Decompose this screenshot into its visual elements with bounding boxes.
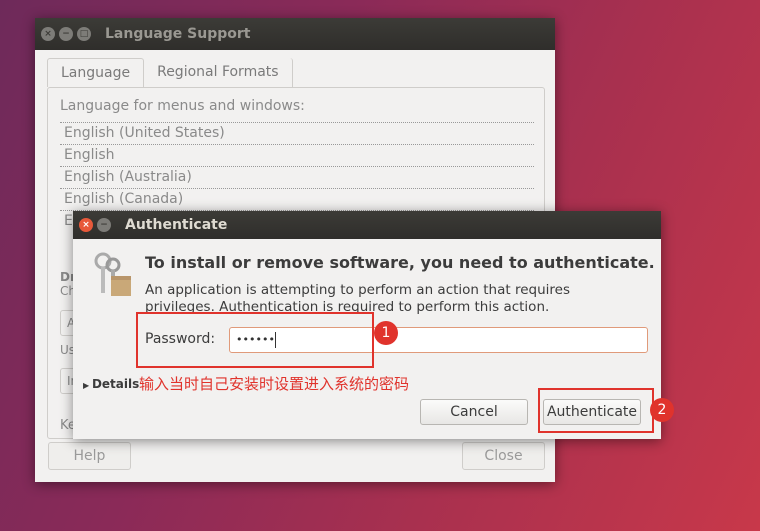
keys-package-icon [94,252,131,296]
list-item[interactable]: English (Australia) [60,166,534,188]
annotation-box-authenticate [538,388,654,433]
help-button[interactable]: Help [48,442,131,470]
close-icon[interactable]: × [79,218,93,232]
annotation-badge-2: 2 [650,398,674,422]
list-item[interactable]: English (United States) [60,122,534,144]
title-bar: × − □ Language Support [35,18,555,50]
section-label: Language for menus and windows: [60,98,305,114]
expander-arrow-icon: ▶ [83,381,92,390]
annotation-box-password [136,312,374,368]
dialog-description: An application is attempting to perform … [145,282,570,315]
close-icon[interactable]: × [41,27,55,41]
tab-language[interactable]: Language [47,58,145,87]
dialog-title: Authenticate [125,217,228,233]
list-item[interactable]: English (Canada) [60,188,534,210]
title-bar: × − Authenticate [73,211,661,239]
details-expander[interactable]: ▶ Details [83,377,139,391]
annotation-badge-1: 1 [374,321,398,345]
cancel-button[interactable]: Cancel [420,399,528,425]
close-button[interactable]: Close [462,442,545,470]
annotation-note: 输入当时自己安装时设置进入系统的密码 [139,375,410,393]
list-item[interactable]: English [60,144,534,166]
tab-regional-formats[interactable]: Regional Formats [144,58,293,87]
dialog-heading: To install or remove software, you need … [145,253,655,272]
maximize-icon[interactable]: □ [77,27,91,41]
minimize-icon[interactable]: − [97,218,111,232]
window-title: Language Support [105,26,251,42]
minimize-icon[interactable]: − [59,27,73,41]
